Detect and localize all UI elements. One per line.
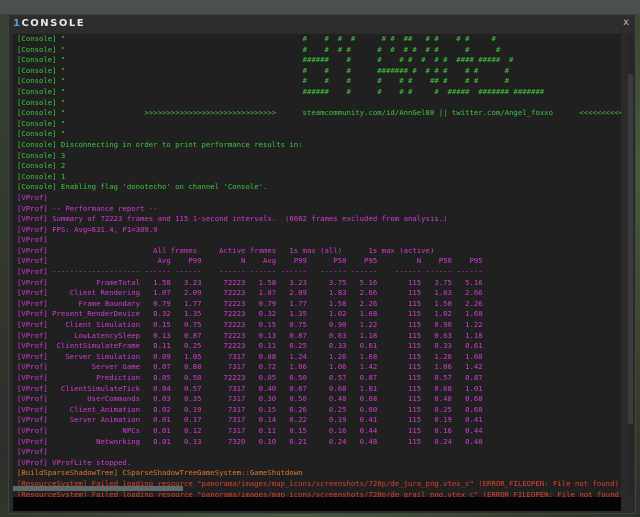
log-line: [VProf]: [17, 192, 48, 202]
log-line: [Console] 1: [17, 171, 66, 181]
console-title: 1CONSOLE: [13, 18, 85, 29]
log-line: [VProf] -- Performance report --: [17, 203, 158, 213]
log-line: [Console] 3: [17, 150, 66, 160]
log-line: [Console] ": [17, 129, 66, 139]
vertical-scrollbar[interactable]: [628, 34, 633, 497]
close-icon[interactable]: x: [623, 17, 629, 28]
log-line: [BuildSparseShadowTree] CSparseShadowTre…: [17, 468, 303, 478]
log-line: [VProf]: [17, 447, 48, 457]
log-line: [VProf] Frame Boundary 0.79 1.77 72223 0…: [17, 298, 483, 308]
log-line: [Console] " # # # ####### # # # # # # #: [17, 65, 510, 75]
log-line: [VProf] Summary of 72223 frames and 115 …: [17, 214, 448, 224]
console-window: 1CONSOLE x [Console] " # # # # # # ## # …: [8, 14, 636, 514]
log-line: [Console] 2: [17, 161, 66, 171]
log-line: [VProf] Networking 0.01 0.13 7320 0.10 0…: [17, 436, 483, 446]
log-line: [VProf] Server Animation 0.01 0.17 7317 …: [17, 415, 483, 425]
log-line: [VProf] Client Rendering 1.07 2.09 72223…: [17, 288, 483, 298]
console-input[interactable]: [13, 497, 621, 511]
log-line: [VProf] ClientSimulateTick 0.04 0.57 731…: [17, 383, 483, 393]
scrollbar-thumb[interactable]: [628, 74, 633, 424]
log-line: [VProf]: [17, 235, 48, 245]
log-line: [VProf] FPS: Avg=631.4, P1=309.9: [17, 224, 158, 234]
log-line: [VProf] NPCs 0.01 0.12 7317 0.11 0.15 0.…: [17, 425, 483, 435]
log-line: [Console] " ###### # # # # # ##### #####…: [17, 86, 545, 96]
log-line: [VProf] FrameTotal 1.58 3.23 72223 1.58 …: [17, 277, 483, 287]
log-line: [VProf] VProfLite stopped.: [17, 457, 132, 467]
log-line: [VProf] Avg P99 N Avg P99 P50 P95 N P50 …: [17, 256, 483, 266]
log-line: [Console] ": [17, 118, 66, 128]
log-line: [VProf] Server Simulation 0.09 1.05 7317…: [17, 351, 483, 361]
log-line: [VProf] Prediction 0.05 0.50 72223 0.05 …: [17, 373, 483, 382]
log-line: [VProf] Server Game 0.07 0.88 7317 0.72 …: [17, 362, 483, 372]
log-line: [Console] Disconnecting in order to prin…: [17, 139, 303, 149]
log-line: [VProf] Present_RenderDevice 0.32 1.35 7…: [17, 309, 483, 319]
title-text: CONSOLE: [21, 18, 86, 29]
console-titlebar[interactable]: 1CONSOLE x: [9, 15, 635, 33]
log-line: [Console] " >>>>>>>>>>>>>>>>>>>>>>>>>>>>…: [17, 108, 621, 118]
console-output: [Console] " # # # # # # ## # # # # # [Con…: [13, 34, 621, 497]
log-line: [VProf] -------------------- ------ ----…: [17, 267, 483, 277]
log-line: [Console] Enabling flag 'donotecho' on c…: [17, 182, 268, 192]
log-line: [VProf] All frames Active frames 1s max …: [17, 245, 435, 255]
log-line: [VProf] Client_Animation 0.02 0.19 7317 …: [17, 404, 483, 414]
log-line: [VProf] Client Simulation 0.15 0.75 7222…: [17, 320, 483, 330]
log-line: [Console] " # # # # # # ## # # # # #: [17, 34, 496, 43]
log-line: [Console] " # # # # # # # # # # # #: [17, 44, 501, 54]
game-background: [0, 0, 640, 14]
log-line: [VProf] LowLatencySleep 0.13 0.87 72223 …: [17, 330, 483, 340]
log-line: [Console] " # # # # # # ## # # # #: [17, 76, 510, 86]
horizontal-scrollbar[interactable]: [13, 486, 183, 491]
log-line: [VProf] UserCommands 0.03 0.35 7317 0.30…: [17, 394, 483, 404]
log-line: [Console] ": [17, 97, 66, 107]
log-line: [Console] " ###### # # # # # # # #### ##…: [17, 55, 514, 65]
log-line: [VProf] ClientSimulateFrame 0.11 0.25 72…: [17, 341, 483, 351]
